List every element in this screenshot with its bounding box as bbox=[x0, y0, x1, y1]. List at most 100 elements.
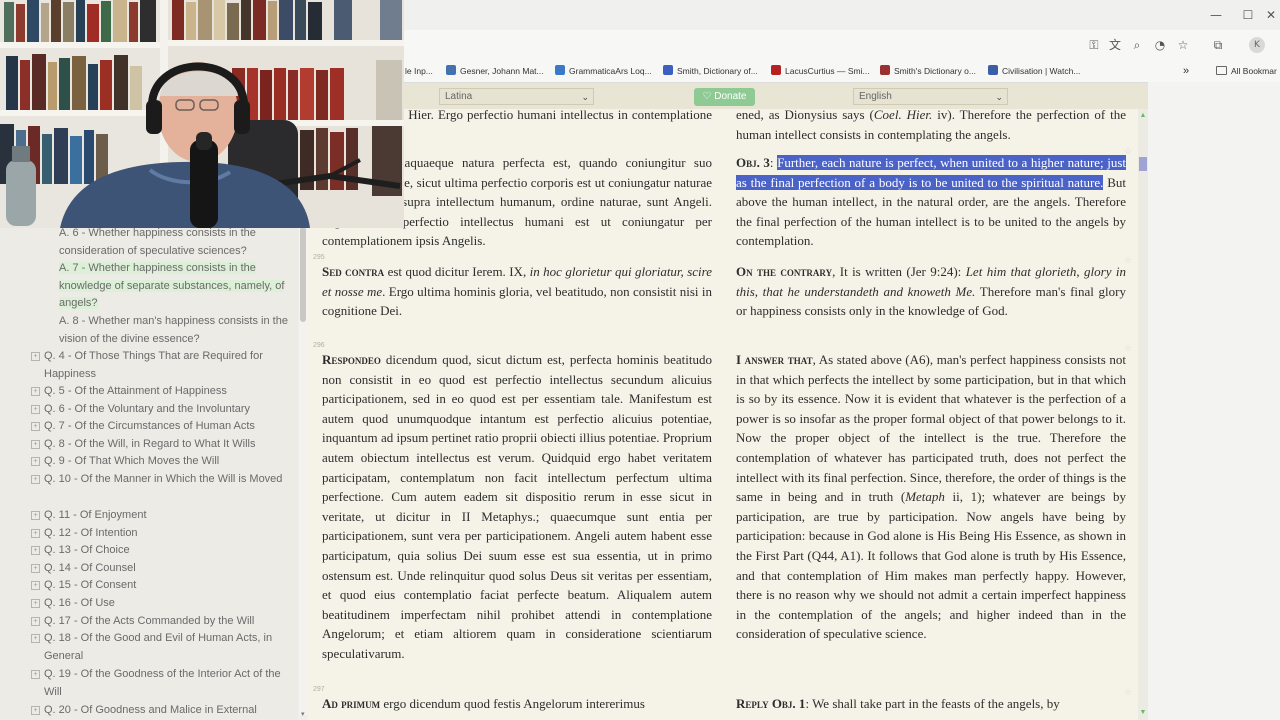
expand-icon[interactable]: + bbox=[31, 405, 40, 414]
right-language-select[interactable]: English ⌄ bbox=[853, 88, 1008, 105]
bookmark-item[interactable]: GrammaticaArs Loq... bbox=[555, 64, 652, 78]
minimize-window-icon[interactable]: — bbox=[1205, 6, 1227, 24]
bookmark-item[interactable]: Smith, Dictionary of... bbox=[663, 64, 758, 78]
english-paragraph: ened, as Dionysius says (Coel. Hier. iv)… bbox=[736, 107, 1126, 142]
chevron-down-icon: ⌄ bbox=[581, 92, 589, 102]
english-paragraph: On the contrary, It is written (Jer 9:24… bbox=[736, 264, 1126, 319]
toc-question-item[interactable]: + Q. 12 - Of Intention bbox=[31, 525, 296, 543]
latin-paragraph: Ad primum ergo dicendum quod festis Ange… bbox=[322, 696, 645, 711]
expand-icon[interactable]: + bbox=[31, 634, 40, 643]
toc-item-label: Q. 7 - Of the Circumstances of Human Act… bbox=[44, 420, 255, 432]
performance-icon[interactable]: ◔ bbox=[1152, 37, 1168, 53]
toc-question-item[interactable]: + Q. 5 - Of the Attainment of Happiness bbox=[31, 383, 296, 401]
star-icon[interactable]: ☆ bbox=[1175, 37, 1191, 53]
bookmark-star-icon[interactable]: ☆ bbox=[1124, 256, 1133, 265]
content-scroll-thumb[interactable] bbox=[1139, 157, 1147, 171]
toc-item-label: Q. 12 - Of Intention bbox=[44, 527, 138, 539]
toc-question-item[interactable]: + Q. 16 - Of Use bbox=[31, 595, 296, 613]
toc-item-label: Q. 18 - Of the Good and Evil of Human Ac… bbox=[44, 632, 273, 662]
toc-item-label: Q. 11 - Of Enjoyment bbox=[44, 509, 147, 521]
expand-icon[interactable]: + bbox=[31, 457, 40, 466]
expand-icon[interactable]: + bbox=[31, 422, 40, 431]
donate-button[interactable]: ♡ Donate bbox=[694, 88, 755, 106]
toc-item-label: Q. 9 - Of That Which Moves the Will bbox=[44, 455, 220, 467]
content-scrollbar[interactable]: ▲ ▼ bbox=[1138, 109, 1148, 720]
bookmark-item[interactable]: LacusCurtius — Smi... bbox=[771, 64, 870, 78]
toc-article-item[interactable]: A. 8 - Whether man's happiness consists … bbox=[59, 313, 291, 348]
toc-item-label: Q. 19 - Of the Goodness of the Interior … bbox=[44, 668, 281, 698]
toc-item-label: Q. 8 - Of the Will, in Regard to What It… bbox=[44, 438, 256, 450]
sidebar-scroll-thumb[interactable] bbox=[300, 227, 306, 322]
expand-icon[interactable]: + bbox=[31, 546, 40, 555]
address-bar[interactable] bbox=[404, 30, 1280, 60]
toc-question-item[interactable]: + Q. 10 - Of the Manner in Which the Will… bbox=[31, 471, 296, 489]
expand-icon[interactable]: + bbox=[31, 387, 40, 396]
sidebar-scroll-down-icon[interactable]: ▾ bbox=[301, 710, 305, 718]
bookmark-item[interactable]: Smith's Dictionary o... bbox=[880, 64, 976, 78]
bookmark-favicon-icon bbox=[771, 65, 781, 75]
all-bookmarks[interactable]: All Bookmar bbox=[1216, 64, 1277, 78]
toc-item-label: Q. 16 - Of Use bbox=[44, 597, 115, 609]
sidebar-scrollbar[interactable] bbox=[299, 225, 308, 715]
close-window-icon[interactable]: ✕ bbox=[1260, 6, 1280, 24]
toc-question-item[interactable]: + Q. 15 - Of Consent bbox=[31, 577, 296, 595]
extensions-icon[interactable]: ⧉ bbox=[1210, 37, 1226, 53]
toc-item-label: A. 7 - Whether happiness consists in the… bbox=[59, 262, 285, 310]
scroll-up-icon[interactable]: ▲ bbox=[1139, 112, 1147, 120]
expand-icon[interactable]: + bbox=[31, 617, 40, 626]
toc-item-label: Q. 5 - Of the Attainment of Happiness bbox=[44, 385, 227, 397]
webcam-presenter-image bbox=[0, 0, 404, 228]
more-bookmarks-icon[interactable]: » bbox=[1183, 64, 1189, 78]
english-paragraph: I answer that, As stated above (A6), man… bbox=[736, 352, 1126, 642]
toc-question-item[interactable]: + Q. 11 - Of Enjoyment bbox=[31, 507, 296, 525]
bookmark-favicon-icon bbox=[880, 65, 890, 75]
toc-item-label: Q. 15 - Of Consent bbox=[44, 579, 137, 591]
expand-icon[interactable]: + bbox=[31, 475, 40, 484]
expand-icon[interactable]: + bbox=[31, 440, 40, 449]
chevron-down-icon: ⌄ bbox=[995, 92, 1003, 102]
toc-question-item[interactable]: + Q. 19 - Of the Goodness of the Interior… bbox=[31, 666, 296, 701]
expand-icon[interactable]: + bbox=[31, 599, 40, 608]
webcam-overlay bbox=[0, 0, 404, 228]
expand-icon[interactable]: + bbox=[31, 564, 40, 573]
toc-question-item[interactable]: + Q. 14 - Of Counsel bbox=[31, 560, 296, 578]
toc-item-label: A. 8 - Whether man's happiness consists … bbox=[59, 315, 288, 345]
profile-icon[interactable]: K bbox=[1249, 37, 1265, 53]
toc-question-item[interactable]: + Q. 17 - Of the Acts Commanded by the Wi… bbox=[31, 613, 296, 631]
bookmark-star-icon[interactable]: ☆ bbox=[1124, 147, 1133, 156]
scroll-down-icon[interactable]: ▼ bbox=[1139, 709, 1147, 717]
bookmark-item[interactable]: Civilisation | Watch... bbox=[988, 64, 1080, 78]
bookmark-item[interactable]: le Inp... bbox=[405, 64, 433, 78]
latin-paragraph: Sed contra est quod dicitur Ierem. IX, i… bbox=[322, 264, 713, 319]
toc-article-item[interactable]: A. 7 - Whether happiness consists in the… bbox=[59, 260, 291, 313]
toc-item-label: Q. 10 - Of the Manner in Which the Will … bbox=[44, 473, 283, 485]
bookmark-star-icon[interactable]: ☆ bbox=[1124, 688, 1133, 697]
toc-question-item[interactable]: + Q. 9 - Of That Which Moves the Will bbox=[31, 453, 296, 471]
toc-item-label: Q. 4 - Of Those Things That are Required… bbox=[44, 350, 263, 380]
bookmark-star-icon[interactable]: ☆ bbox=[1124, 344, 1133, 353]
toc-article-item[interactable]: A. 6 - Whether happiness consists in the… bbox=[59, 225, 291, 260]
left-language-select[interactable]: Latina ⌄ bbox=[439, 88, 594, 105]
toc-question-item[interactable]: + Q. 18 - Of the Good and Evil of Human A… bbox=[31, 630, 296, 665]
page-gutter bbox=[1148, 82, 1280, 720]
toc-question-item[interactable]: + Q. 13 - Of Choice bbox=[31, 542, 296, 560]
toc-question-item[interactable]: + Q. 20 - Of Goodness and Malice in Exter… bbox=[31, 702, 296, 720]
expand-icon[interactable]: + bbox=[31, 706, 40, 715]
key-icon[interactable]: ⚿ bbox=[1086, 37, 1102, 53]
latin-paragraph: Respondeo dicendum quod, sicut dictum es… bbox=[322, 352, 712, 661]
toc-question-item[interactable]: + Q. 4 - Of Those Things That are Require… bbox=[31, 348, 296, 383]
expand-icon[interactable]: + bbox=[31, 511, 40, 520]
translate-icon[interactable]: 文 bbox=[1107, 37, 1123, 53]
toc-question-item[interactable]: + Q. 6 - Of the Voluntary and the Involun… bbox=[31, 401, 296, 419]
english-paragraph: Reply Obj. 1: We shall take part in the … bbox=[736, 696, 1060, 711]
zoom-icon[interactable]: ⌕ bbox=[1129, 37, 1145, 53]
expand-icon[interactable]: + bbox=[31, 529, 40, 538]
paragraph-number: 295 bbox=[313, 254, 325, 261]
expand-icon[interactable]: + bbox=[31, 352, 40, 361]
expand-icon[interactable]: + bbox=[31, 670, 40, 679]
bookmark-item[interactable]: Gesner, Johann Mat... bbox=[446, 64, 544, 78]
expand-icon[interactable]: + bbox=[31, 581, 40, 590]
toc-question-item[interactable]: + Q. 7 - Of the Circumstances of Human Ac… bbox=[31, 418, 296, 436]
maximize-window-icon[interactable]: ☐ bbox=[1237, 6, 1259, 24]
toc-question-item[interactable]: + Q. 8 - Of the Will, in Regard to What I… bbox=[31, 436, 296, 454]
